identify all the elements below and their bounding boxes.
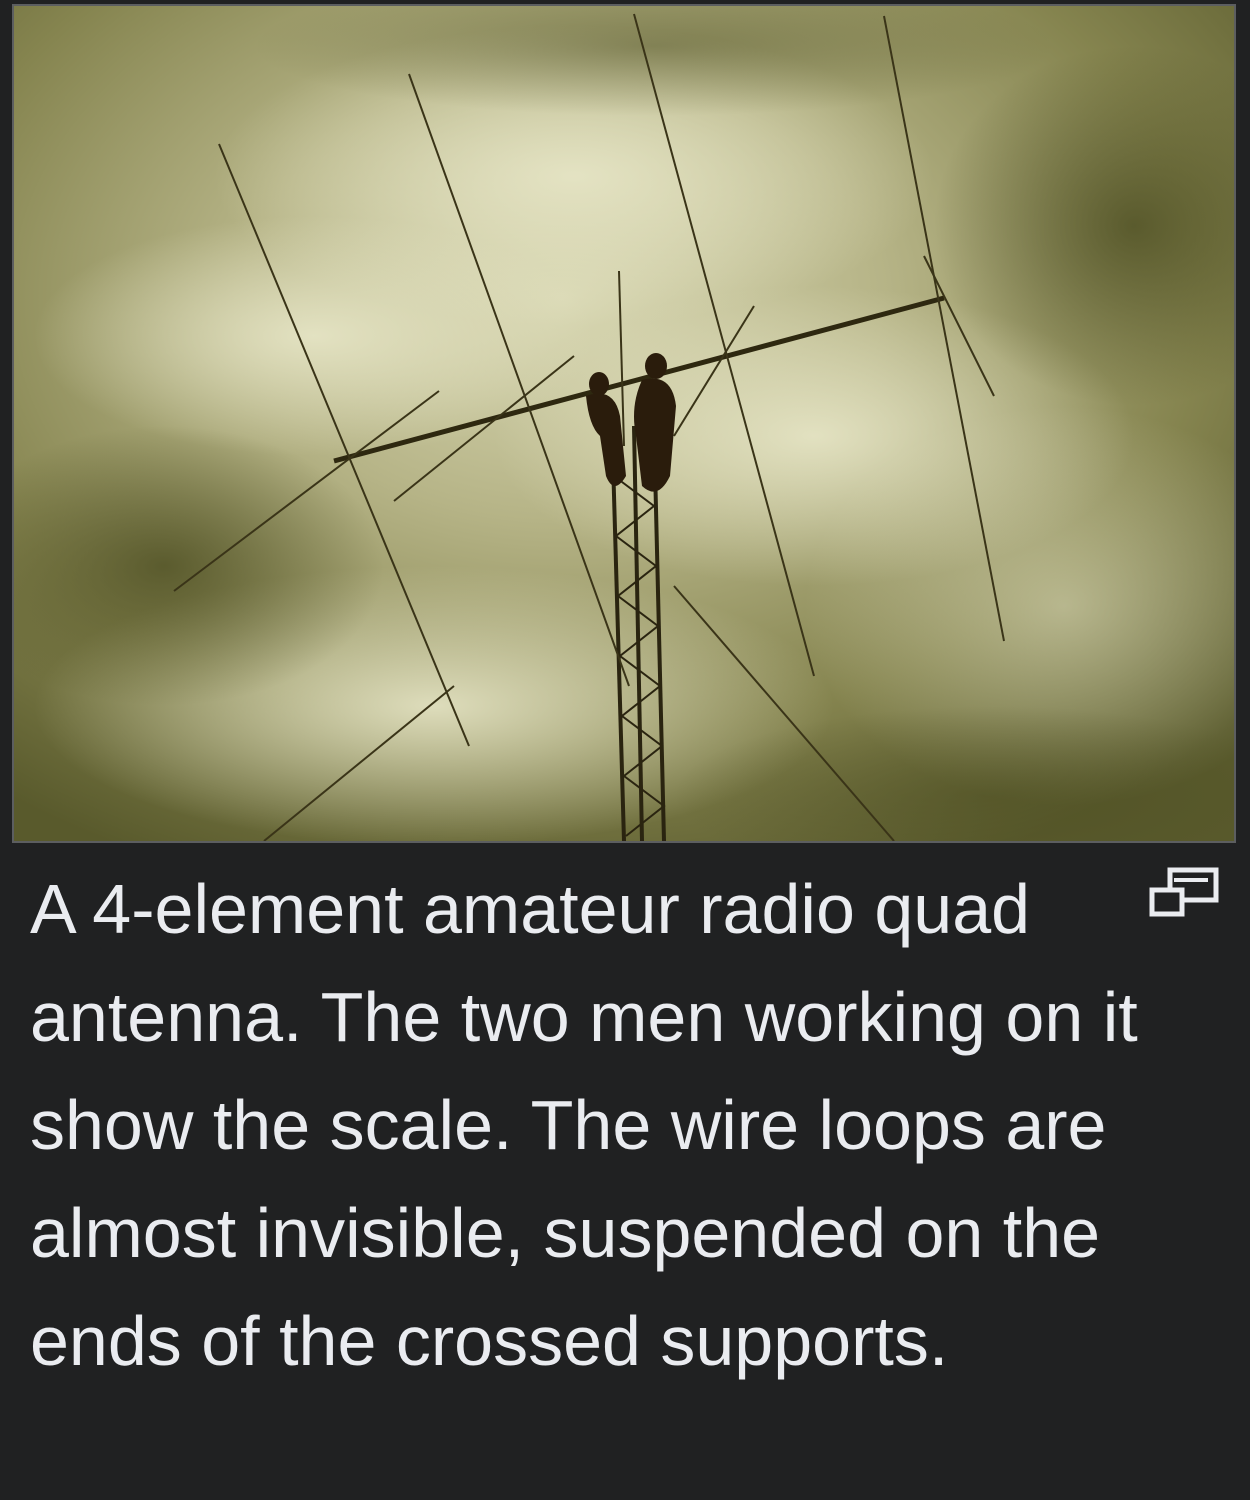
figure-caption: A 4-element amateur radio quad antenna. … xyxy=(30,870,1138,1380)
enlarge-icon xyxy=(1149,867,1219,917)
figure-image[interactable] xyxy=(12,4,1236,843)
antenna-photo xyxy=(14,6,1234,841)
enlarge-button[interactable] xyxy=(1146,864,1222,920)
